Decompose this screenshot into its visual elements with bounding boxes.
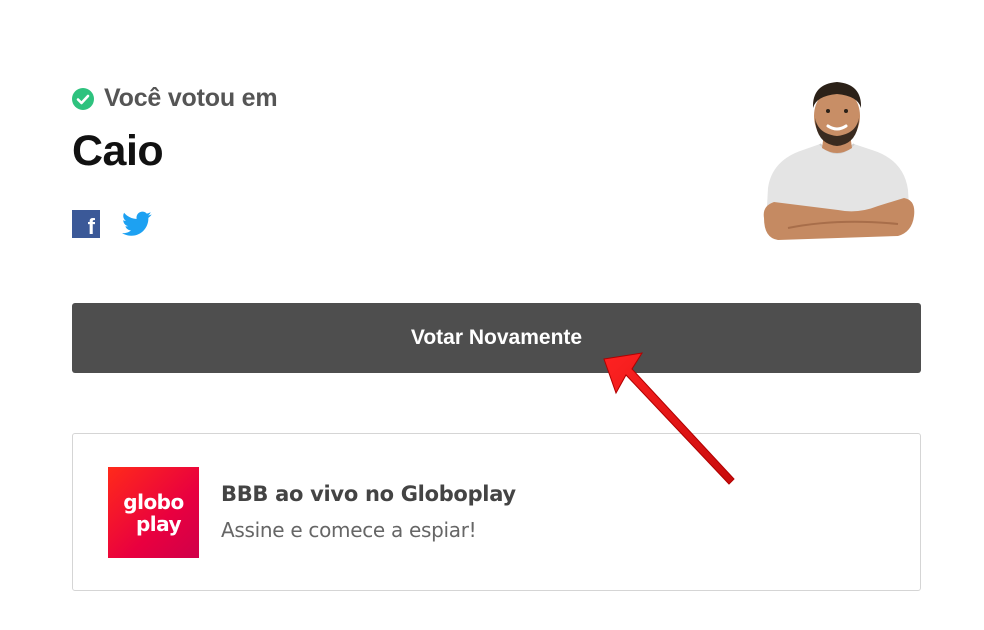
twitter-icon [122, 211, 152, 236]
globoplay-logo: globo play [108, 467, 199, 558]
promo-subtitle: Assine e comece a espiar! [221, 518, 477, 542]
check-circle-icon [72, 87, 94, 110]
share-twitter-button[interactable] [122, 211, 152, 237]
promo-title: BBB ao vivo no Globoplay [221, 482, 516, 506]
candidate-photo [758, 78, 916, 246]
vote-result-page: Você votou em Caio f Votar Novamente glo… [0, 0, 984, 630]
vote-again-button[interactable]: Votar Novamente [72, 303, 921, 373]
voted-label: Você votou em [104, 84, 278, 112]
facebook-glyph: f [87, 214, 95, 239]
candidate-name: Caio [72, 127, 164, 175]
facebook-icon: f [72, 210, 100, 239]
globoplay-logo-line2: play [135, 511, 182, 536]
share-buttons: f [72, 210, 152, 239]
globoplay-logo-line1: globo [123, 489, 184, 514]
globoplay-promo-card[interactable]: globo play BBB ao vivo no Globoplay Assi… [72, 433, 921, 591]
voted-confirmation: Você votou em [72, 84, 278, 113]
share-facebook-button[interactable]: f [72, 210, 100, 239]
